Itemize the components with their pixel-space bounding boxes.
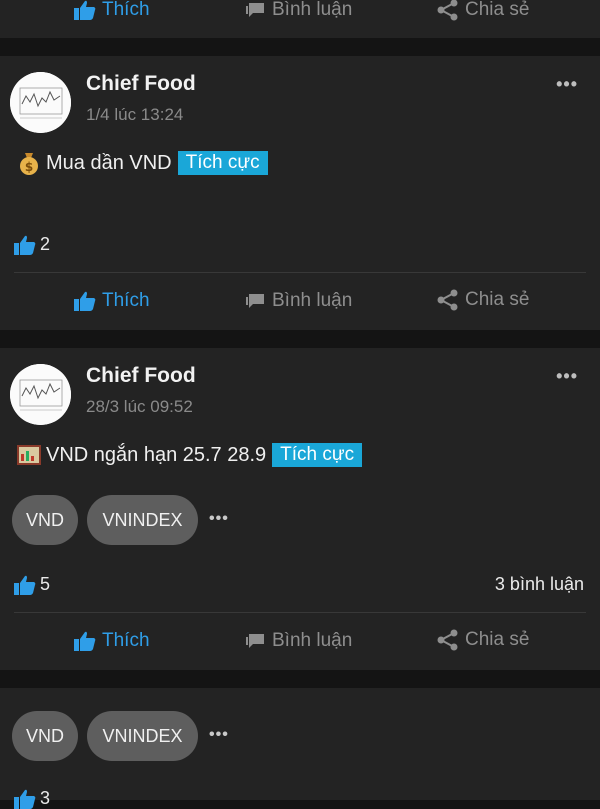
tag-vnindex[interactable]: VNINDEX <box>87 495 198 545</box>
thumbs-up-icon <box>74 0 96 20</box>
author-name[interactable]: Chief Food <box>86 72 196 96</box>
sentiment-badge: Tích cực <box>272 443 363 467</box>
sentiment-badge: Tích cực <box>177 151 268 175</box>
like-label: Thích <box>102 0 150 20</box>
share-button[interactable]: Chia sẻ <box>437 289 529 311</box>
like-button[interactable]: Thích <box>74 290 150 312</box>
like-button[interactable]: Thích <box>74 630 150 652</box>
more-tags-icon[interactable]: ••• <box>209 726 229 744</box>
thumbs-up-icon <box>14 235 36 255</box>
divider <box>14 272 586 273</box>
more-tags-icon[interactable]: ••• <box>209 510 229 528</box>
avatar[interactable] <box>10 364 71 425</box>
like-count-value: 5 <box>40 574 51 594</box>
thumbs-up-icon <box>14 789 36 809</box>
comment-button[interactable]: Bình luận <box>244 0 352 21</box>
comment-count[interactable]: 3 bình luận <box>495 574 584 595</box>
comment-icon <box>246 294 264 308</box>
more-options-icon[interactable]: ••• <box>556 366 578 387</box>
comment-label: Bình luận <box>272 290 353 311</box>
comment-icon <box>246 634 264 648</box>
author-name[interactable]: Chief Food <box>86 364 196 388</box>
money-bag-icon: $ <box>20 153 38 175</box>
comment-button[interactable]: Bình luận <box>244 290 352 312</box>
comment-icon <box>246 3 264 17</box>
tag-vnd[interactable]: VND <box>12 711 78 761</box>
post-text: VND ngắn hạn 25.7 28.9 <box>46 443 267 466</box>
chart-thumbnail-icon <box>10 364 71 425</box>
chart-board-icon <box>17 445 41 465</box>
post-content: VND ngắn hạn 25.7 28.9 Tích cực <box>16 442 363 468</box>
share-label: Chia sẻ <box>465 289 530 310</box>
comment-label: Bình luận <box>272 0 353 20</box>
post-text: Mua dần VND <box>46 151 172 174</box>
like-count[interactable]: 3 <box>14 788 50 809</box>
tag-vnd[interactable]: VND <box>12 495 78 545</box>
post-time: 1/4 lúc 13:24 <box>86 105 184 124</box>
share-button[interactable]: Chia sẻ <box>437 0 529 21</box>
like-button[interactable]: Thích <box>74 0 150 21</box>
avatar[interactable] <box>10 72 71 133</box>
more-options-icon[interactable]: ••• <box>556 74 578 95</box>
like-count-value: 2 <box>40 234 51 254</box>
divider <box>14 612 586 613</box>
like-label: Thích <box>102 630 150 651</box>
like-count-value: 3 <box>40 788 51 808</box>
like-count[interactable]: 5 <box>14 574 50 595</box>
comment-button[interactable]: Bình luận <box>244 630 352 652</box>
post-card: VND VNINDEX ••• 3 <box>0 688 600 809</box>
chart-thumbnail-icon <box>10 72 71 133</box>
share-button[interactable]: Chia sẻ <box>437 629 529 651</box>
like-count[interactable]: 2 <box>14 234 50 255</box>
share-icon <box>437 289 458 311</box>
thumbs-up-icon <box>14 575 36 595</box>
share-icon <box>437 629 458 651</box>
post-card: Chief Food 1/4 lúc 13:24 ••• $ Mua dần V… <box>0 56 600 330</box>
share-icon <box>437 0 458 21</box>
thumbs-up-icon <box>74 631 96 651</box>
svg-text:$: $ <box>25 160 33 174</box>
tag-vnindex[interactable]: VNINDEX <box>87 711 198 761</box>
post-time: 28/3 lúc 09:52 <box>86 397 193 416</box>
comment-label: Bình luận <box>272 630 353 651</box>
like-label: Thích <box>102 290 150 311</box>
share-label: Chia sẻ <box>465 0 530 20</box>
post-card: Chief Food 28/3 lúc 09:52 ••• VND ngắn h… <box>0 348 600 670</box>
top-action-bar: Thích Bình luận Chia sẻ <box>0 0 600 38</box>
post-content: $ Mua dần VND Tích cực <box>16 150 268 176</box>
thumbs-up-icon <box>74 291 96 311</box>
share-label: Chia sẻ <box>465 629 530 650</box>
